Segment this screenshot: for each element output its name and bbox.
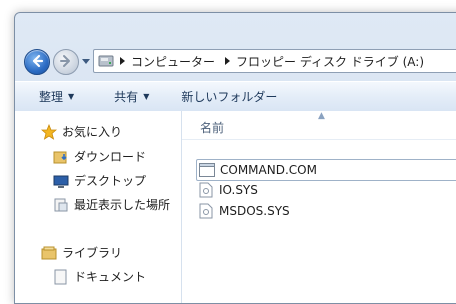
sidebar-item-downloads[interactable]: ダウンロード	[53, 148, 146, 165]
floppy-drive-icon	[97, 53, 115, 69]
sidebar-item-desktop[interactable]: デスクトップ	[53, 172, 146, 189]
sort-ascending-icon: ▲	[318, 111, 325, 121]
column-header-name[interactable]: 名前	[200, 119, 224, 136]
organize-button[interactable]: 整理 ▼	[27, 82, 85, 111]
sidebar-favorites[interactable]: お気に入り	[41, 123, 122, 140]
explorer-window: コンピューター フロッピー ディスク ドライブ (A:) 整理 ▼ 共有 ▼ 新…	[14, 12, 456, 304]
sidebar-item-label: デスクトップ	[74, 174, 147, 188]
downloads-folder-icon	[53, 149, 69, 165]
sidebar-item-label: 最近表示した場所	[74, 198, 171, 212]
chevron-down-icon: ▼	[68, 92, 75, 101]
file-item-command-com[interactable]: COMMAND.COM	[196, 159, 456, 181]
address-bar[interactable]: コンピューター フロッピー ディスク ドライブ (A:)	[93, 49, 456, 73]
breadcrumb-computer[interactable]: コンピューター	[131, 53, 215, 70]
header-divider	[182, 139, 456, 140]
navigation-bar: コンピューター フロッピー ディスク ドライブ (A:)	[15, 13, 456, 75]
forward-button[interactable]	[53, 49, 79, 75]
chevron-down-icon: ▼	[143, 92, 150, 101]
share-button[interactable]: 共有 ▼	[103, 82, 160, 111]
documents-icon	[53, 269, 69, 285]
system-file-icon	[198, 182, 214, 198]
share-label: 共有	[114, 90, 139, 104]
recent-pages-button[interactable]	[81, 56, 91, 66]
sidebar-item-documents[interactable]: ドキュメント	[53, 268, 146, 285]
sidebar-libraries-label: ライブラリ	[62, 246, 123, 260]
chevron-right-icon[interactable]	[118, 57, 128, 65]
sidebar-item-recent-places[interactable]: 最近表示した場所	[53, 196, 170, 213]
chevron-down-icon	[82, 54, 90, 68]
file-name: MSDOS.SYS	[219, 204, 290, 218]
breadcrumb-floppy-drive[interactable]: フロッピー ディスク ドライブ (A:)	[236, 53, 424, 70]
back-arrow-icon	[30, 54, 44, 71]
star-icon	[41, 123, 57, 140]
forward-arrow-icon	[59, 54, 73, 71]
new-folder-label: 新しいフォルダー	[181, 90, 278, 104]
recent-places-icon	[53, 197, 69, 213]
sidebar-item-label: ドキュメント	[74, 270, 147, 284]
file-list: ▲ 名前 COMMAND.COM IO.SYS MSDOS.SYS	[182, 111, 456, 303]
library-icon	[41, 245, 57, 261]
navigation-pane: お気に入り ダウンロード デスクトップ 最近表示した場所 ライブラリ ドキュメン…	[15, 111, 182, 303]
sidebar-libraries[interactable]: ライブラリ	[41, 244, 122, 261]
file-name: IO.SYS	[219, 183, 258, 197]
sidebar-item-label: ダウンロード	[74, 150, 147, 164]
chevron-right-icon[interactable]	[223, 57, 233, 65]
file-name: COMMAND.COM	[220, 163, 317, 177]
sidebar-favorites-label: お気に入り	[62, 125, 123, 139]
system-file-icon	[198, 203, 214, 219]
file-item-msdos-sys[interactable]: MSDOS.SYS	[198, 201, 290, 221]
desktop-icon	[53, 173, 69, 189]
application-icon	[199, 162, 215, 178]
command-bar: 整理 ▼ 共有 ▼ 新しいフォルダー	[15, 81, 456, 112]
new-folder-button[interactable]: 新しいフォルダー	[170, 82, 288, 111]
organize-label: 整理	[39, 90, 64, 104]
back-button[interactable]	[24, 49, 50, 75]
file-item-io-sys[interactable]: IO.SYS	[198, 180, 258, 200]
